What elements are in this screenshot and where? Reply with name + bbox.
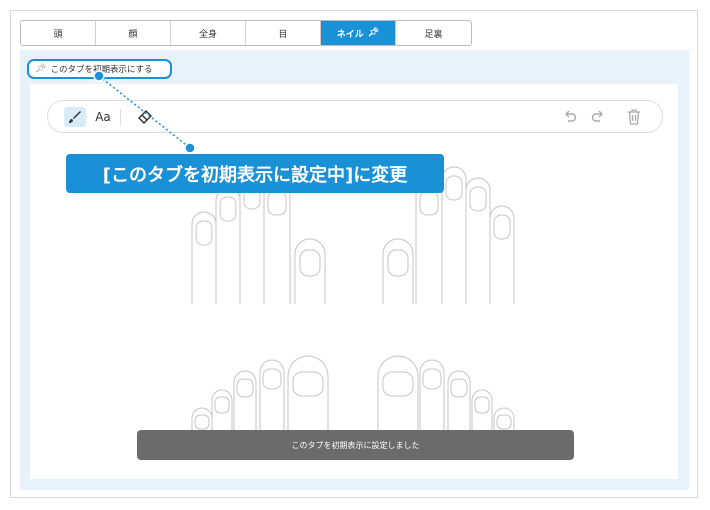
toast-notification: このタブを初期表示に設定しました [137,430,574,460]
callout-label: [このタブを初期表示に設定中]に変更 [66,154,444,193]
